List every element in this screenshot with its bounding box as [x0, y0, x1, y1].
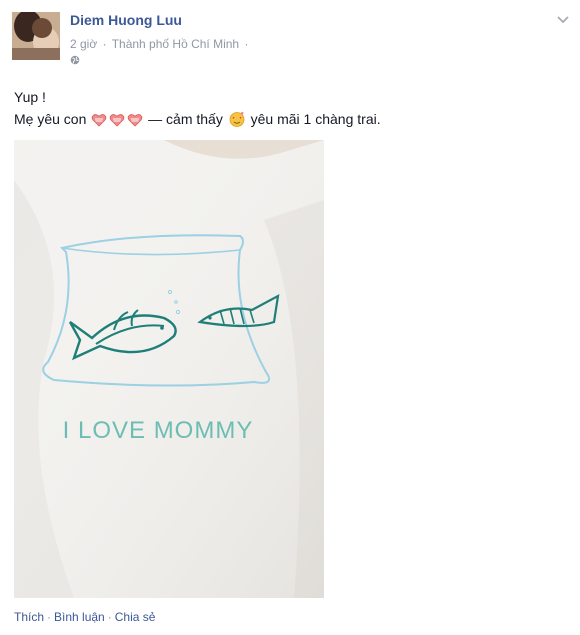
- meta-separator: ·: [102, 37, 107, 51]
- comment-link[interactable]: Bình luận: [54, 610, 105, 624]
- post-meta: 2 giờ · Thành phố Hồ Chí Minh ·: [70, 37, 250, 51]
- action-separator: ·: [107, 610, 112, 624]
- share-link[interactable]: Chia sẻ: [115, 610, 156, 624]
- action-separator: ·: [47, 610, 52, 624]
- feeling-text: yêu mãi 1 chàng trai.: [250, 111, 381, 127]
- post-location[interactable]: Thành phố Hồ Chí Minh: [112, 37, 239, 51]
- message-line-1: Yup !: [14, 89, 46, 105]
- like-link[interactable]: Thích: [14, 610, 44, 624]
- feeling-label: — cảm thấy: [148, 111, 223, 127]
- post-photo[interactable]: I LOVE MOMMY: [14, 140, 324, 598]
- chevron-down-icon[interactable]: [556, 14, 570, 24]
- post-card: Diem Huong Luu 2 giờ · Thành phố Hồ Chí …: [0, 0, 580, 635]
- shirt-photo-illustration: I LOVE MOMMY: [14, 140, 324, 598]
- post-message: Yup ! Mẹ yêu con — cảm thấy yêu mãi 1 ch…: [14, 86, 381, 130]
- author-name-link[interactable]: Diem Huong Luu: [70, 12, 182, 28]
- avatar[interactable]: [12, 12, 60, 60]
- post-actions: Thích · Bình luận · Chia sẻ: [14, 610, 155, 624]
- meta-separator: ·: [244, 37, 249, 51]
- avatar-photo: [12, 12, 60, 60]
- message-line-2: Mẹ yêu con — cảm thấy yêu mãi 1 chàng tr…: [14, 108, 381, 130]
- heart-emoji-icon: [127, 114, 143, 127]
- post-time[interactable]: 2 giờ: [70, 37, 97, 51]
- message-text: Mẹ yêu con: [14, 111, 87, 127]
- in-love-emoji-icon: [229, 111, 245, 127]
- globe-icon[interactable]: [70, 55, 80, 65]
- shirt-print-text: I LOVE MOMMY: [63, 417, 254, 444]
- heart-emoji-icon: [91, 114, 107, 127]
- heart-emoji-icon: [109, 114, 125, 127]
